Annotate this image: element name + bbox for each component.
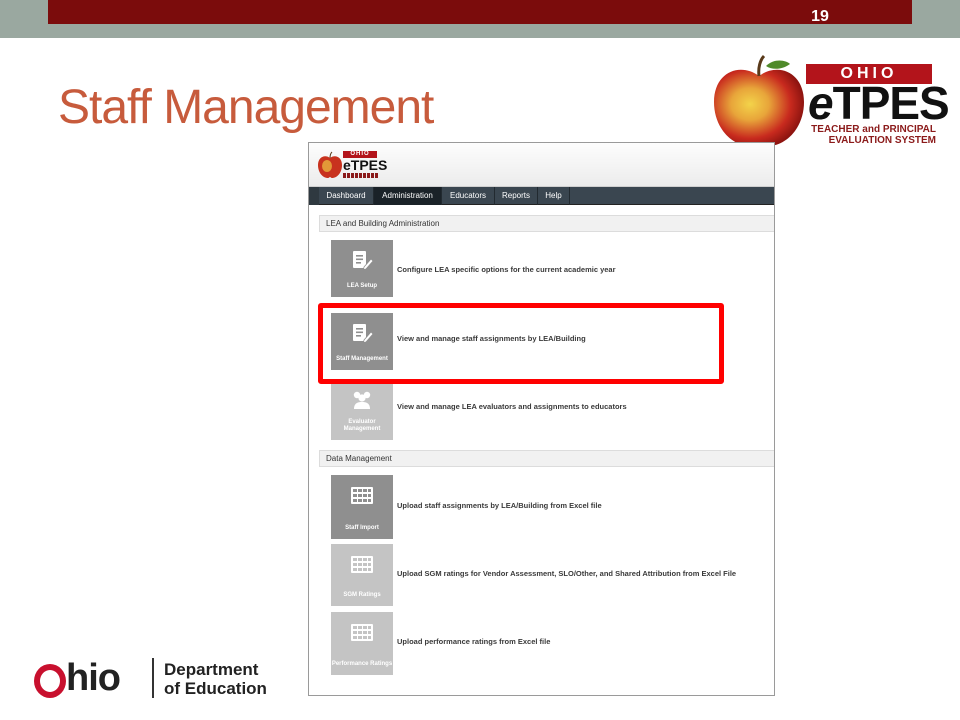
tile-performance-ratings[interactable]: Performance Ratings (331, 612, 393, 675)
section-data-management: Data Management (319, 450, 774, 467)
highlight-box (318, 303, 724, 384)
tile-lea-setup[interactable]: LEA Setup (331, 240, 393, 297)
etpes-logo: OHIO eTPES TEACHER and PRINCIPAL EVALUAT… (710, 48, 950, 148)
tile-label: LEA Setup (346, 283, 378, 289)
app-screenshot: OHIO eTPES Dashboard Administration Educ… (308, 142, 775, 696)
ohio-wordmark: hio (66, 657, 121, 699)
tile-desc-performance-ratings: Upload performance ratings from Excel fi… (397, 637, 551, 646)
apple-icon (318, 151, 342, 178)
tile-desc-sgm-ratings: Upload SGM ratings for Vendor Assessment… (397, 569, 737, 578)
slide-title: Staff Management (58, 81, 434, 134)
tile-staff-import[interactable]: Staff Import (331, 475, 393, 539)
tile-desc-lea-setup: Configure LEA specific options for the c… (397, 265, 616, 274)
tile-label: Staff Import (345, 525, 379, 531)
nav-help[interactable]: Help (538, 187, 570, 205)
app-logo[interactable]: OHIO eTPES (317, 149, 387, 181)
tile-label: SGM Ratings (343, 592, 381, 598)
etpes-wordmark: eTPES (808, 77, 950, 129)
tile-label: Performance Ratings (331, 661, 393, 667)
apple-icon (714, 54, 804, 146)
tile-desc-evaluator-management: View and manage LEA evaluators and assig… (397, 402, 627, 411)
tile-label: Evaluator Management (343, 419, 381, 432)
main-nav: Dashboard Administration Educators Repor… (309, 187, 774, 205)
slide-top-bar (48, 0, 912, 24)
document-edit-icon (353, 251, 374, 271)
nav-educators[interactable]: Educators (442, 187, 495, 205)
ohio-dept-logo: hio Department of Education (34, 658, 284, 700)
table-grid-icon (351, 624, 373, 641)
app-logo-tagline (343, 173, 379, 178)
slide-number: 19 (811, 8, 829, 25)
tile-desc-staff-import: Upload staff assignments by LEA/Building… (397, 501, 602, 510)
table-grid-icon (351, 556, 373, 573)
ohio-o-mark (34, 664, 66, 698)
etpes-tagline-2: EVALUATION SYSTEM (828, 135, 936, 146)
table-grid-icon (351, 487, 373, 504)
nav-dashboard[interactable]: Dashboard (319, 187, 374, 205)
nav-reports[interactable]: Reports (495, 187, 538, 205)
users-icon (353, 391, 371, 409)
etpes-tagline-1: TEACHER and PRINCIPAL (811, 124, 936, 135)
app-header: OHIO eTPES (309, 143, 774, 187)
tile-evaluator-management[interactable]: Evaluator Management (331, 383, 393, 440)
dept-name: Department of Education (164, 660, 267, 698)
nav-administration[interactable]: Administration (374, 187, 442, 205)
logo-divider (152, 658, 154, 698)
app-logo-wordmark: eTPES (343, 157, 388, 173)
section-lea-building-admin: LEA and Building Administration (319, 215, 774, 232)
tile-sgm-ratings[interactable]: SGM Ratings (331, 544, 393, 606)
